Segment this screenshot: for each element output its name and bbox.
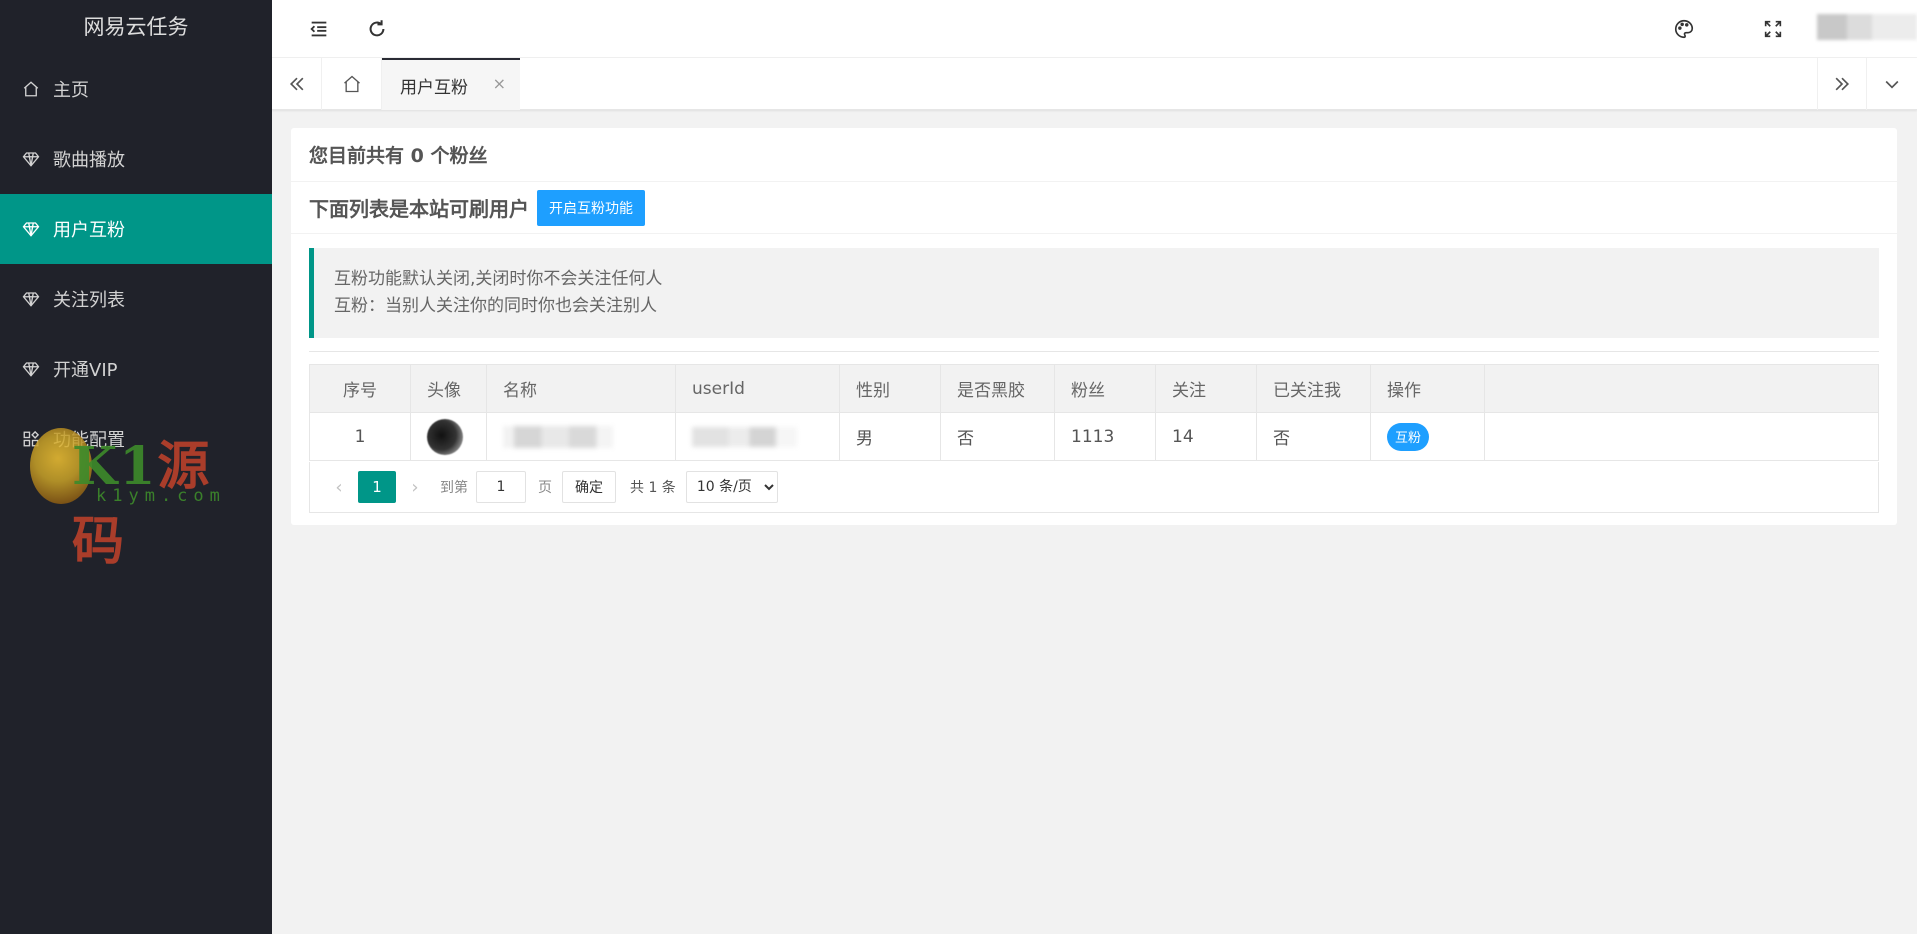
fullscreen-button[interactable] [1754,10,1792,48]
sidebar-item-label: 歌曲播放 [53,150,125,171]
refresh-icon [366,18,388,40]
cell-gender: 男 [839,412,941,461]
sidebar-item-follow-list[interactable]: 关注列表 [0,264,272,334]
fans-summary: 您目前共有 0 个粉丝 [291,128,1897,182]
sidebar-item-vip[interactable]: 开通VIP [0,334,272,404]
page-size-select[interactable]: 10 条/页 [685,471,778,503]
sidebar-nav: 主页 歌曲播放 用户互粉 关注列表 开通VIP 功能配置 [0,54,272,474]
column-header: 已关注我 [1256,364,1371,413]
palette-icon [1673,18,1695,40]
column-header: 是否黑胶 [940,364,1055,413]
column-header: userId [675,364,840,413]
column-header: 序号 [309,364,411,413]
sidebar-item-label: 功能配置 [53,430,125,451]
mutual-follow-button[interactable]: 互粉 [1387,422,1430,451]
sidebar-item-label: 开通VIP [53,360,118,381]
cell-name [486,412,676,461]
theme-button[interactable] [1665,10,1703,48]
sidebar: 网易云任务 主页 歌曲播放 用户互粉 关注列表 开通VIP 功能配置 K1源码 … [0,0,272,934]
tab-mutual-follow[interactable]: 用户互粉 × [382,58,520,110]
page-jump-input[interactable] [476,471,526,503]
sidebar-item-mutual-follow[interactable]: 用户互粉 [0,194,272,264]
diamond-icon [22,150,40,168]
notice-box: 互粉功能默认关闭,关闭时你不会关注任何人 互粉：当别人关注你的同时你也会关注别人 [309,248,1879,338]
column-header: 名称 [486,364,676,413]
divider [309,351,1879,352]
next-page-button[interactable]: › [400,477,430,498]
cell-vip: 否 [940,412,1055,461]
double-chevron-left-icon [287,74,307,94]
cell-avatar [410,412,487,461]
column-header: 关注 [1155,364,1257,413]
page-jump-confirm-button[interactable]: 确定 [562,471,616,503]
column-header: 性别 [839,364,941,413]
double-chevron-right-icon [1832,74,1852,94]
diamond-icon [22,220,40,238]
home-icon [342,74,362,94]
tab-home[interactable] [322,58,382,110]
sidebar-item-song-play[interactable]: 歌曲播放 [0,124,272,194]
goto-label: 到第 [440,480,468,496]
menu-toggle-button[interactable] [300,10,338,48]
diamond-icon [22,290,40,308]
tabs-menu-button[interactable] [1867,58,1917,110]
list-title: 下面列表是本站可刷用户 [309,197,529,221]
apps-icon [22,430,40,448]
cell-index: 1 [309,412,411,461]
user-menu[interactable] [1817,14,1917,40]
refresh-button[interactable] [358,10,396,48]
chevron-down-icon [1882,74,1902,94]
column-header-spacer [1484,364,1879,413]
watermark-url: k1ym.com [96,486,226,506]
blurred-name [503,425,613,448]
sidebar-item-label: 关注列表 [53,290,125,311]
column-header: 操作 [1370,364,1485,413]
table-header-row: 序号 头像 名称 userId 性别 是否黑胶 粉丝 关注 已关注我 操作 [309,364,1879,413]
cell-userid [675,412,840,461]
pagination: ‹ 1 › 到第 页 确定 共 1 条 10 条/页 [309,462,1879,513]
tab-label: 用户互粉 [400,77,468,98]
notice-line: 互粉：当别人关注你的同时你也会关注别人 [334,296,657,316]
list-header: 下面列表是本站可刷用户 开启互粉功能 [291,182,1897,234]
menu-fold-icon [308,18,330,40]
sidebar-item-label: 主页 [53,80,89,101]
main-card: 您目前共有 0 个粉丝 下面列表是本站可刷用户 开启互粉功能 互粉功能默认关闭,… [291,128,1897,525]
page-suffix-label: 页 [538,480,552,496]
prev-page-button[interactable]: ‹ [324,477,354,498]
chevron-left-icon: ‹ [335,476,343,498]
cell-fans: 1113 [1054,412,1156,461]
avatar [427,418,463,455]
notice-line: 互粉功能默认关闭,关闭时你不会关注任何人 [334,269,663,289]
cell-followed-me: 否 [1256,412,1371,461]
app-title: 网易云任务 [83,15,189,39]
chevron-right-icon: › [411,476,419,498]
home-icon [22,80,40,98]
table-row: 1 男 否 1113 14 否 互粉 [309,412,1879,461]
close-icon[interactable]: × [493,74,506,93]
enable-mutual-follow-button[interactable]: 开启互粉功能 [537,189,645,226]
cell-follows: 14 [1155,412,1257,461]
sidebar-item-settings[interactable]: 功能配置 [0,404,272,474]
users-table: 序号 头像 名称 userId 性别 是否黑胶 粉丝 关注 已关注我 操作 1 … [309,364,1879,461]
sidebar-item-label: 用户互粉 [53,220,125,241]
top-header [272,0,1917,58]
tabs-bar: 用户互粉 × [272,58,1917,110]
sidebar-item-home[interactable]: 主页 [0,54,272,124]
total-count: 共 1 条 [630,480,676,496]
page-number-current[interactable]: 1 [358,471,396,503]
column-header: 头像 [410,364,487,413]
fullscreen-icon [1762,18,1784,40]
column-header: 粉丝 [1054,364,1156,413]
cell-spacer [1484,412,1879,461]
diamond-icon [22,360,40,378]
tabs-scroll-right-button[interactable] [1817,58,1867,110]
cell-action: 互粉 [1370,412,1485,461]
blurred-userid [692,426,797,447]
tabs-scroll-left-button[interactable] [272,58,322,110]
